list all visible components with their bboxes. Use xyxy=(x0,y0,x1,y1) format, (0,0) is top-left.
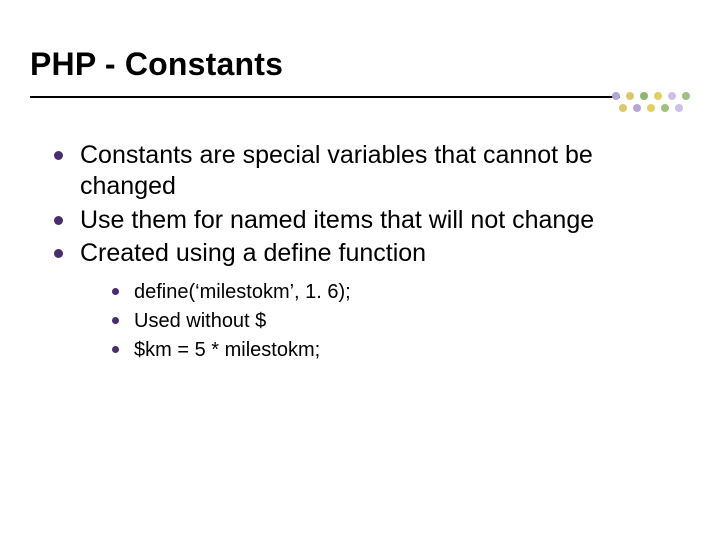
dot-icon xyxy=(647,104,655,112)
bullet-text: Use them for named items that will not c… xyxy=(80,206,594,234)
slide-body: Constants are special variables that can… xyxy=(50,140,670,366)
title-underline xyxy=(30,96,620,98)
list-item: Constants are special variables that can… xyxy=(50,140,670,203)
list-item: Use them for named items that will not c… xyxy=(50,205,670,236)
dot-icon xyxy=(661,104,669,112)
bullet-text: Created using a define function xyxy=(80,239,426,267)
dot-icon xyxy=(626,92,634,100)
bullet-text: Used without $ xyxy=(134,310,266,332)
list-item: $km = 5 * milestokm; xyxy=(110,337,670,364)
dot-icon xyxy=(668,92,676,100)
slide-title: PHP - Constants xyxy=(30,46,283,83)
bullet-list: Constants are special variables that can… xyxy=(50,140,670,364)
dot-icon xyxy=(640,92,648,100)
bullet-text: $km = 5 * milestokm; xyxy=(134,339,320,361)
dot-icon xyxy=(633,104,641,112)
sub-bullet-list: define(‘milestokm’, 1. 6); Used without … xyxy=(80,279,670,364)
decorative-dots xyxy=(612,82,698,122)
dot-icon xyxy=(675,104,683,112)
bullet-text: define(‘milestokm’, 1. 6); xyxy=(134,281,351,303)
dot-icon xyxy=(654,92,662,100)
list-item: define(‘milestokm’, 1. 6); xyxy=(110,279,670,306)
slide: PHP - Constants Constants are special va… xyxy=(0,0,720,540)
dot-icon xyxy=(682,92,690,100)
dot-icon xyxy=(612,92,620,100)
bullet-text: Constants are special variables that can… xyxy=(80,141,593,200)
list-item: Created using a define function define(‘… xyxy=(50,238,670,364)
list-item: Used without $ xyxy=(110,308,670,335)
dot-icon xyxy=(619,104,627,112)
